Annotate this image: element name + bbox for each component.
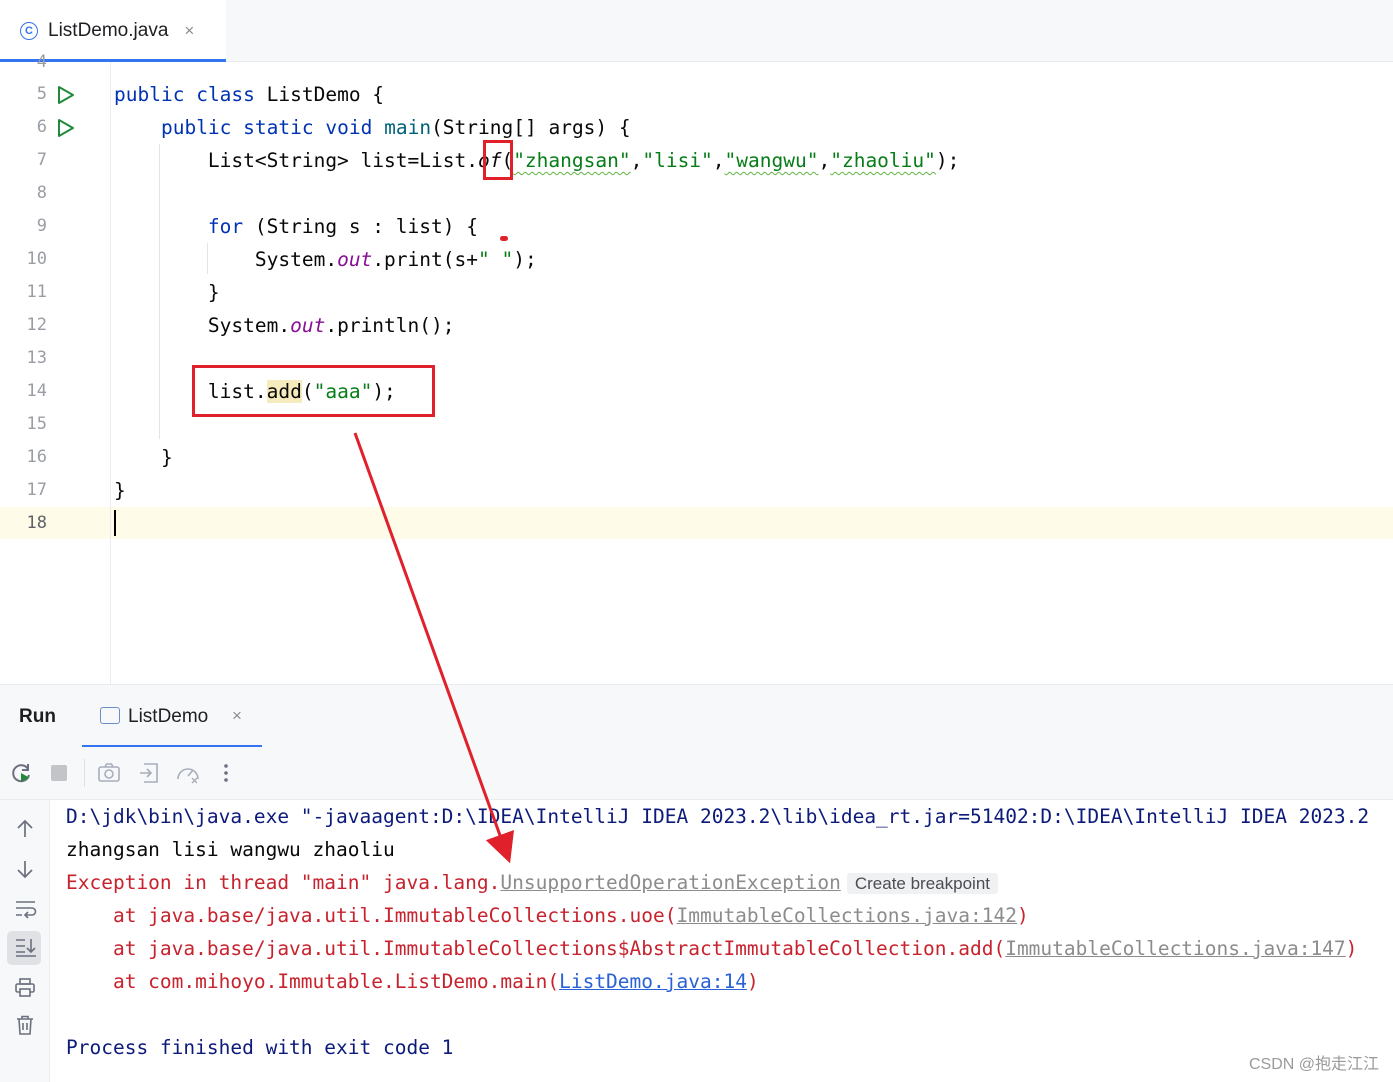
console-stacktrace-line: at com.mihoyo.Immutable.ListDemo.main(Li…: [66, 970, 759, 993]
scroll-up-icon[interactable]: [14, 818, 36, 840]
line-number: 9: [36, 216, 47, 236]
stacktrace-link[interactable]: ImmutableCollections.java:142: [676, 904, 1016, 927]
line-number: 16: [26, 447, 47, 467]
line-number: 7: [36, 150, 47, 170]
annotation-box-add: [192, 365, 435, 417]
line-number: 17: [26, 480, 47, 500]
console-side-toolbar: [0, 800, 50, 1082]
console-output[interactable]: D:\jdk\bin\java.exe "-javaagent:D:\IDEA\…: [66, 800, 1393, 1082]
run-gutter-icon[interactable]: [56, 118, 76, 138]
code-text: System.out.println();: [207, 314, 455, 337]
code-editor[interactable]: 4 5 public class ListDemo { 6 public sta…: [0, 52, 1393, 684]
run-toolbar: [0, 747, 1393, 800]
console-exception-line: Exception in thread "main" java.lang.Uns…: [66, 866, 998, 900]
code-line-8: 8: [0, 177, 1393, 210]
code-text: }: [114, 479, 126, 502]
line-number: 10: [26, 249, 47, 269]
code-text: List<String> list=List.of("zhangsan","li…: [207, 149, 960, 172]
more-options-icon[interactable]: [218, 761, 234, 785]
line-number: 8: [36, 183, 47, 203]
toolbar-separator: [84, 759, 85, 787]
console-exit-message: Process finished with exit code 1: [66, 1036, 454, 1059]
code-line-7: 7 List<String> list=List.of("zhangsan","…: [0, 144, 1393, 177]
code-text: public static void main(String[] args) {: [160, 116, 631, 139]
code-line-9: 9 for (String s : list) {: [0, 210, 1393, 243]
scroll-down-icon[interactable]: [14, 858, 36, 880]
profiler-icon[interactable]: [175, 761, 201, 785]
line-number: 4: [36, 52, 47, 72]
code-text: }: [207, 281, 220, 304]
console-program-output: zhangsan lisi wangwu zhaoliu: [66, 838, 395, 861]
class-icon: C: [20, 21, 38, 40]
text-caret: [114, 510, 116, 536]
code-line-18: 18: [0, 507, 1393, 540]
run-panel-title: Run: [19, 706, 56, 727]
editor-tab-label: ListDemo.java: [48, 19, 169, 41]
rerun-icon[interactable]: [10, 761, 34, 785]
code-line-6: 6 public static void main(String[] args)…: [0, 111, 1393, 144]
console-command-line: D:\jdk\bin\java.exe "-javaagent:D:\IDEA\…: [66, 805, 1370, 828]
create-breakpoint-button[interactable]: Create breakpoint: [846, 873, 998, 894]
scroll-to-end-icon[interactable]: [14, 936, 38, 958]
code-line-16: 16 }: [0, 441, 1393, 474]
stacktrace-link[interactable]: ListDemo.java:14: [559, 970, 747, 993]
console-stacktrace-line: at java.base/java.util.ImmutableCollecti…: [66, 904, 1029, 927]
line-number: 13: [26, 348, 47, 368]
watermark: CSDN @抱走江江: [1248, 1056, 1379, 1073]
annotation-box-of: [483, 140, 513, 180]
code-line-10: 10 System.out.print(s+" ");: [0, 243, 1393, 276]
stacktrace-link[interactable]: ImmutableCollections.java:147: [1005, 937, 1345, 960]
code-line-5: 5 public class ListDemo {: [0, 78, 1393, 111]
line-number: 6: [36, 117, 47, 137]
screenshot-icon[interactable]: [97, 761, 121, 785]
run-tab-label: ListDemo: [128, 706, 209, 727]
close-icon[interactable]: ×: [184, 21, 194, 41]
close-icon[interactable]: ×: [232, 706, 242, 726]
restore-layout-icon[interactable]: [137, 761, 161, 785]
code-text: }: [160, 446, 173, 469]
clear-icon[interactable]: [14, 1014, 36, 1036]
code-line-11: 11 }: [0, 276, 1393, 309]
print-icon[interactable]: [14, 976, 36, 998]
line-number: 15: [26, 414, 47, 434]
line-number: 18: [26, 513, 47, 533]
indent-guide: [207, 243, 208, 274]
indent-guide: [159, 144, 160, 439]
exception-class-link[interactable]: UnsupportedOperationException: [500, 871, 840, 894]
code-text: public class ListDemo {: [114, 83, 385, 106]
run-gutter-icon[interactable]: [56, 85, 76, 105]
stop-icon[interactable]: [49, 761, 69, 785]
run-tab-listdemo[interactable]: ListDemo ×: [82, 685, 262, 748]
line-number: 14: [26, 381, 47, 401]
console-stacktrace-line: at java.base/java.util.ImmutableCollecti…: [66, 937, 1358, 960]
code-line-17: 17 }: [0, 474, 1393, 507]
code-line-4: 4: [0, 46, 1393, 79]
annotation-dot: [500, 236, 508, 241]
code-text: System.out.print(s+" ");: [254, 248, 537, 271]
line-number: 12: [26, 315, 47, 335]
code-text: for (String s : list) {: [207, 215, 478, 238]
line-number: 11: [26, 282, 47, 302]
console-icon: [100, 707, 120, 724]
line-number: 5: [36, 84, 47, 104]
run-panel-header: Run ListDemo ×: [0, 684, 1393, 748]
code-line-12: 12 System.out.println();: [0, 309, 1393, 342]
soft-wrap-icon[interactable]: [14, 898, 38, 920]
